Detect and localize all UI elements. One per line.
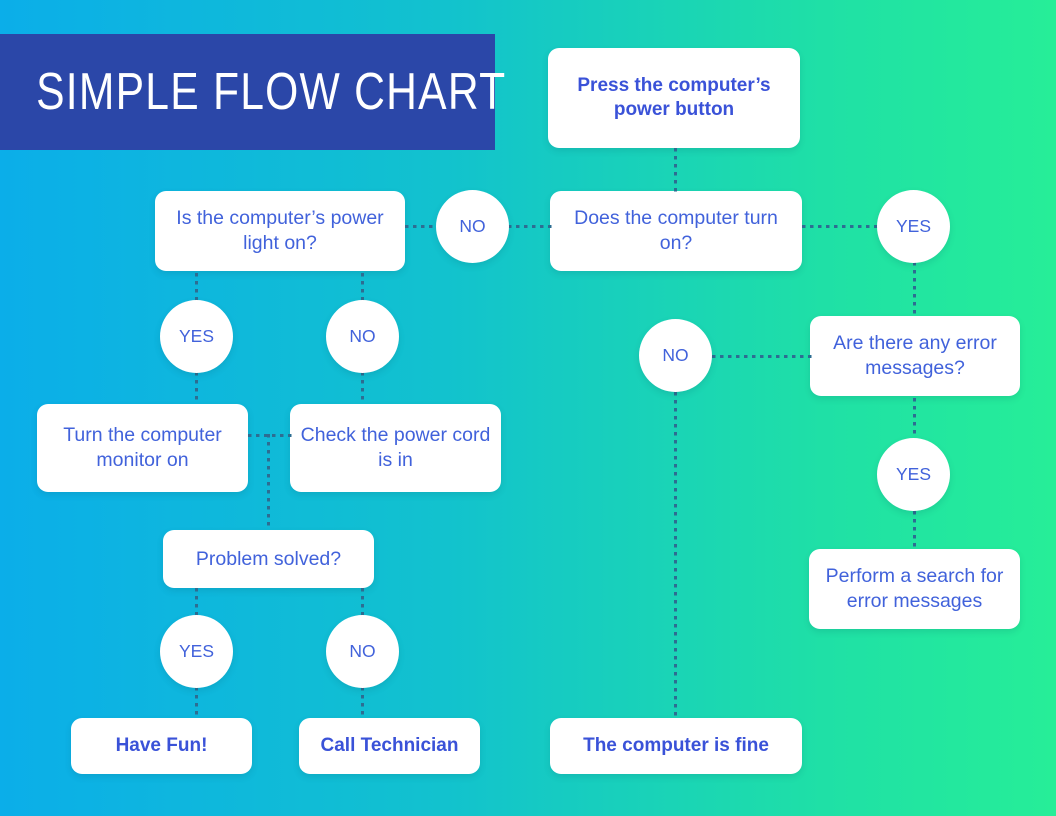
- node-call-technician[interactable]: Call Technician: [299, 718, 480, 774]
- connector-turn-on-to-no: [508, 225, 552, 228]
- node-label: Call Technician: [320, 734, 459, 756]
- connector-yes-to-have-fun: [195, 687, 198, 718]
- edge-label: NO: [349, 326, 376, 346]
- connector-no-to-power-cord: [361, 372, 364, 404]
- edge-label: YES: [895, 464, 932, 484]
- node-label: The computer is fine: [583, 734, 769, 756]
- connector-yes-to-monitor: [195, 372, 198, 404]
- connector-solved-to-yes: [195, 588, 198, 616]
- connector-turn-on-to-yes: [802, 225, 878, 228]
- node-are-there-error-messages[interactable]: Are there any error messages?: [810, 316, 1020, 396]
- connector-errors-to-no: [712, 355, 812, 358]
- node-label: Have Fun!: [115, 734, 208, 756]
- connector-no-to-computer-fine: [674, 392, 677, 718]
- node-label: Are there any error messages?: [833, 332, 997, 379]
- connector-join-to-solved: [267, 434, 270, 530]
- node-is-power-light-on[interactable]: Is the computer’s power light on?: [155, 191, 405, 271]
- edge-label-no-errors[interactable]: NO: [639, 319, 712, 392]
- edge-label-yes-power-light[interactable]: YES: [160, 300, 233, 373]
- node-label: Is the computer’s power light on?: [176, 207, 384, 254]
- node-label: Turn the computer monitor on: [63, 424, 222, 471]
- edge-label: NO: [662, 345, 689, 365]
- title-banner: SIMPLE FLOW CHART: [0, 34, 505, 150]
- edge-label-no-turn-on[interactable]: NO: [436, 190, 509, 263]
- node-turn-monitor-on[interactable]: Turn the computer monitor on: [37, 404, 248, 492]
- node-problem-solved[interactable]: Problem solved?: [163, 530, 374, 588]
- edge-label: YES: [895, 216, 932, 236]
- page-title: SIMPLE FLOW CHART: [36, 63, 507, 121]
- connector-power-light-to-yes: [195, 273, 198, 301]
- node-label: Perform a search for error messages: [825, 565, 1004, 612]
- node-have-fun[interactable]: Have Fun!: [71, 718, 252, 774]
- node-label: Does the computer turn on?: [574, 207, 778, 254]
- connector-power-light-to-no: [361, 273, 364, 301]
- connector-no-to-call-tech: [361, 687, 364, 718]
- connector-yes-to-search: [913, 511, 916, 549]
- edge-label-yes-solved[interactable]: YES: [160, 615, 233, 688]
- connector-yes-to-errors: [913, 262, 916, 316]
- edge-label-no-power-light[interactable]: NO: [326, 300, 399, 373]
- connector-solved-to-no: [361, 588, 364, 616]
- edge-label: YES: [178, 641, 215, 661]
- node-computer-is-fine[interactable]: The computer is fine: [550, 718, 802, 774]
- edge-label: NO: [349, 641, 376, 661]
- node-perform-search[interactable]: Perform a search for error messages: [809, 549, 1020, 629]
- edge-label-no-solved[interactable]: NO: [326, 615, 399, 688]
- connector-start-to-turn-on: [674, 148, 677, 192]
- edge-label: NO: [459, 216, 486, 236]
- flowchart-canvas: SIMPLE FLOW CHART Press the computer’s p…: [0, 0, 1056, 816]
- connector-errors-to-yes: [913, 398, 916, 438]
- node-label: Problem solved?: [195, 547, 342, 570]
- node-label: Check the power cord is in: [300, 424, 491, 471]
- node-label: Press the computer’s power button: [577, 74, 771, 120]
- connector-no-to-power-light: [405, 225, 435, 228]
- edge-label-yes-errors[interactable]: YES: [877, 438, 950, 511]
- node-check-power-cord[interactable]: Check the power cord is in: [290, 404, 501, 492]
- node-does-computer-turn-on[interactable]: Does the computer turn on?: [550, 191, 802, 271]
- edge-label-yes-turn-on[interactable]: YES: [877, 190, 950, 263]
- edge-label: YES: [178, 326, 215, 346]
- node-press-power-button[interactable]: Press the computer’s power button: [548, 48, 800, 148]
- connector-monitor-to-power-cord: [248, 434, 292, 437]
